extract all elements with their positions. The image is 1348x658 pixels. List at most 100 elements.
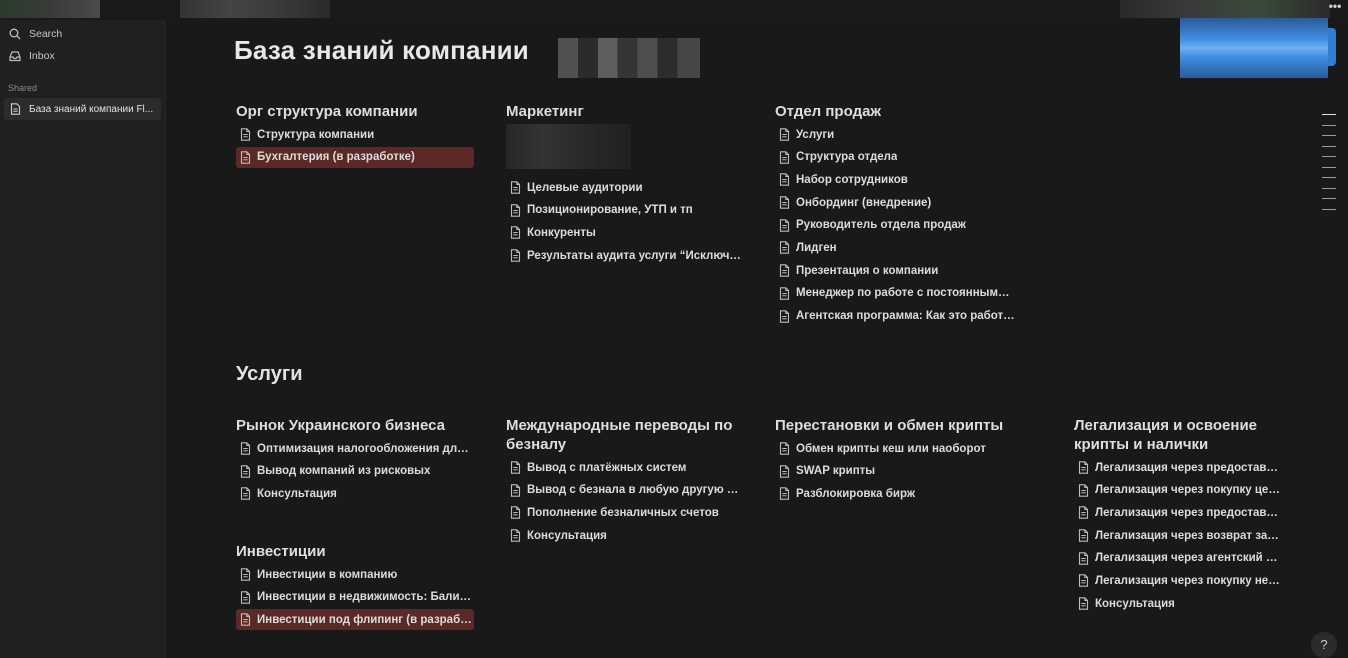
section-crypto-exchange: Перестановки и обмен крипты Обмен крипты… (775, 416, 1015, 506)
page-icon (779, 442, 790, 455)
page-icon (240, 128, 251, 141)
blurred-region (1120, 0, 1330, 18)
page-link[interactable]: SWAP крипты (775, 461, 1015, 482)
blurred-region (180, 0, 330, 18)
page-icon (779, 173, 790, 187)
page-link[interactable]: Лидген (775, 237, 1015, 258)
page-icon (10, 103, 21, 115)
page-link-label: Вывод с платёжных систем (527, 461, 687, 474)
page-link-label: Результаты аудита услуги “Исключени... (527, 249, 744, 262)
page-link[interactable]: Разблокировка бирж (775, 483, 1015, 504)
services-section-title: Услуги (236, 363, 303, 385)
page-link[interactable]: Бухгалтерия (в разработке) (236, 146, 474, 168)
page-icon (240, 464, 251, 478)
page-link[interactable]: Легализация через агентский до... (1074, 548, 1280, 569)
share-button[interactable] (1180, 18, 1336, 78)
help-button[interactable]: ? (1311, 632, 1337, 658)
page-icon (779, 196, 790, 209)
page-icon (510, 181, 521, 194)
page-icon (510, 249, 521, 262)
page-link-label: Консультация (1095, 597, 1175, 610)
page-link[interactable]: Инвестиции под флипинг (в разработ... (236, 609, 474, 631)
page-link[interactable]: Обмен крипты кеш или наоборот (775, 438, 1015, 459)
page-icon (779, 487, 790, 501)
page-link[interactable]: Пополнение безналичных счетов (506, 502, 744, 523)
section-investments: Инвестиции Инвестиции в компанию Инвестиц… (236, 542, 474, 632)
page-link-label: Легализация через покупку нед... (1095, 574, 1280, 587)
page-link[interactable]: Агентская программа: Как это работает (775, 306, 1015, 327)
page-icon (779, 464, 790, 478)
page-icon (1078, 552, 1089, 565)
section-heading: Инвестиции (236, 543, 326, 560)
page-link[interactable]: Услуги (775, 124, 1015, 145)
page-icon (510, 483, 521, 497)
blurred-title-suffix (558, 38, 700, 78)
section-heading: Легализация и освоение крипты и налички (1074, 417, 1258, 453)
link-list: Целевые аудитории Позиционирование, УТП и… (506, 177, 744, 266)
page-link-label: Инвестиции под флипинг (в разработ... (257, 613, 474, 626)
sidebar-search[interactable]: Search (4, 24, 162, 44)
page-link-label: Конкуренты (527, 226, 596, 239)
section-org-structure: Орг структура компании Структура компани… (236, 102, 474, 169)
page-link-label: Позиционирование, УТП и тп (527, 204, 693, 217)
section-heading: Перестановки и обмен крипты (775, 417, 1004, 434)
page-link[interactable]: Легализация через предоставле... (1074, 457, 1280, 478)
page-link[interactable]: Легализация через покупку цен... (1074, 480, 1280, 501)
sidebar-inbox[interactable]: Inbox (4, 46, 162, 66)
page-icon (779, 128, 790, 141)
page-link[interactable]: Структура компании (236, 124, 474, 145)
page-link-label: Инвестиции в недвижимость: Бали и ... (257, 591, 474, 604)
blurred-region (0, 0, 100, 18)
sidebar-section-shared: Shared (8, 83, 38, 93)
link-list: Обмен крипты кеш или наоборот SWAP крипты… (775, 438, 1015, 504)
page-icon (1078, 483, 1089, 497)
page-link-label: Менеджер по работе с постоянными ... (796, 287, 1015, 300)
section-heading: Маркетинг (506, 103, 584, 120)
page-link[interactable]: Легализация через возврат зай... (1074, 525, 1280, 546)
link-list: Инвестиции в компанию Инвестиции в недвиж… (236, 564, 474, 631)
page-link[interactable]: Конкуренты (506, 222, 744, 243)
more-options-icon[interactable]: ••• (1326, 0, 1344, 14)
page-link[interactable]: Вывод компаний из рисковых (236, 461, 474, 482)
section-heading: Рынок Украинского бизнеса (236, 417, 445, 434)
page-link[interactable]: Результаты аудита услуги “Исключени... (506, 245, 744, 266)
page-link[interactable]: Набор сотрудников (775, 169, 1015, 190)
page-link-label: Оптимизация налогообложения для у... (257, 442, 474, 455)
page-link[interactable]: Консультация (1074, 593, 1280, 614)
page-link[interactable]: Руководитель отдела продаж (775, 215, 1015, 236)
page-link[interactable]: Инвестиции в недвижимость: Бали и ... (236, 587, 474, 608)
page-icon (240, 487, 251, 501)
link-list: Легализация через предоставле... Легализа… (1074, 457, 1280, 614)
page-link[interactable]: Инвестиции в компанию (236, 564, 474, 585)
inbox-icon (9, 51, 21, 62)
section-ukrainian-business: Рынок Украинского бизнеса Оптимизация на… (236, 416, 474, 506)
table-of-contents-indicator[interactable] (1322, 114, 1336, 219)
page-icon (510, 529, 521, 542)
page-link-label: Легализация через агентский до... (1095, 552, 1280, 565)
page-link[interactable]: Вывод с безнала в любую другую вал... (506, 480, 744, 501)
link-list: Вывод с платёжных систем Вывод с безнала … (506, 457, 744, 546)
page-link[interactable]: Легализация через предоставле... (1074, 502, 1280, 523)
page-link[interactable]: Оптимизация налогообложения для у... (236, 438, 474, 459)
page-link-label: Пополнение безналичных счетов (527, 506, 719, 519)
page-link[interactable]: Вывод с платёжных систем (506, 457, 744, 478)
page-icon (779, 241, 790, 255)
page-link[interactable]: Онбординг (внедрение) (775, 192, 1015, 213)
page-icon (510, 226, 521, 240)
page-link-label: Руководитель отдела продаж (796, 219, 966, 232)
page-link[interactable]: Структура отдела (775, 147, 1015, 168)
page-link[interactable]: Консультация (236, 483, 474, 504)
sidebar-page-item[interactable]: База знаний компании Fl... (4, 98, 161, 120)
page-link-label: Легализация через покупку цен... (1095, 484, 1280, 497)
page-link[interactable]: Позиционирование, УТП и тп (506, 200, 744, 221)
page-link[interactable]: Целевые аудитории (506, 177, 744, 198)
page-link[interactable]: Менеджер по работе с постоянными ... (775, 283, 1015, 304)
page-link[interactable]: Консультация (506, 525, 744, 546)
page-link-label: Структура отдела (796, 151, 898, 164)
page-link-label: Структура компании (257, 128, 375, 141)
page-link[interactable]: Легализация через покупку нед... (1074, 570, 1280, 591)
link-list: Услуги Структура отдела Набор сотрудников О… (775, 124, 1015, 327)
page-link[interactable]: Презентация о компании (775, 260, 1015, 281)
page-link-label: Вывод с безнала в любую другую вал... (527, 484, 744, 497)
page-icon (779, 287, 790, 300)
